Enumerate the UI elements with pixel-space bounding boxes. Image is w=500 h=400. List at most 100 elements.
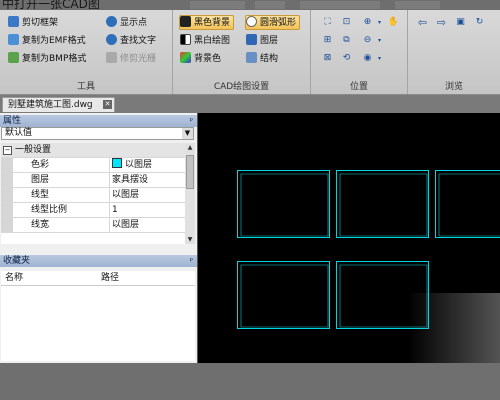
group-label-tools: 工具 — [76, 82, 95, 92]
left-panel: 属性 ᵖ 默认值 ▼ − 一般设置 色彩 以图层 图层 家具摆设 线型 以图层 … — [0, 113, 198, 363]
pan-hand-icon[interactable]: ✋ — [387, 16, 400, 29]
copy-bmp-icon — [8, 52, 19, 63]
cut-frame-button[interactable]: 剪切框架 — [8, 16, 61, 31]
property-value[interactable]: 以图层 — [109, 158, 185, 172]
drawing-sheet[interactable] — [336, 170, 429, 238]
structure-button[interactable]: 结构 — [246, 52, 281, 67]
property-value[interactable]: 以图层 — [109, 218, 185, 232]
zoom-in-dropdown-icon[interactable]: ▾ — [373, 16, 386, 29]
zoom-extents-icon[interactable]: ⊡ — [340, 16, 353, 29]
group-label-cad-settings: CAD绘图设置 — [213, 82, 270, 92]
scroll-down-icon[interactable]: ▼ — [185, 235, 195, 244]
property-key: 线型比例 — [31, 205, 68, 215]
copy-bmp-button[interactable]: 复制为BMP格式 — [8, 52, 89, 67]
property-value[interactable]: 以图层 — [109, 188, 185, 202]
property-key: 图层 — [31, 175, 50, 185]
smooth-arc-button[interactable]: 圆滑弧形 — [245, 15, 301, 30]
favorites-header-row: 名称 路径 — [1, 271, 195, 286]
property-key: 线宽 — [31, 220, 50, 230]
properties-panel-title: 属性 — [3, 116, 22, 126]
drawing-sheet[interactable] — [237, 170, 330, 238]
quick-access-toolbar-3 — [300, 1, 380, 9]
background-color-button[interactable]: 背景色 — [180, 52, 224, 67]
quick-access-toolbar — [190, 1, 245, 9]
fit-icon[interactable]: ⊞ — [321, 34, 334, 47]
building-elevation-drawing — [240, 264, 329, 328]
ribbon: 剪切框架 复制为EMF格式 复制为BMP格式 显示点 查找文字 修剪光栅 工具 … — [0, 10, 500, 95]
title-text: 中打开一张CAD图 — [2, 0, 100, 10]
previous-view-icon[interactable]: ⊠ — [321, 52, 334, 65]
black-white-icon — [180, 34, 191, 45]
find-text-button[interactable]: 查找文字 — [106, 34, 159, 49]
column-header-name[interactable]: 名称 — [5, 271, 23, 285]
scissors-frame-icon — [8, 16, 19, 27]
collapse-icon[interactable]: − — [3, 146, 12, 155]
ribbon-group-cad-settings: 黑色背景 黑白绘图 背景色 圆滑弧形 图层 结构 CAD绘图设置 — [173, 10, 311, 94]
property-value[interactable]: 1 — [109, 203, 185, 217]
property-scrollbar[interactable]: ▲ ▼ — [185, 143, 195, 244]
black-background-button[interactable]: 黑色背景 — [179, 15, 235, 30]
property-key: 线型 — [31, 190, 50, 200]
scroll-thumb[interactable] — [186, 155, 194, 189]
favorites-panel-header: 收藏夹 ᵖ — [0, 255, 197, 267]
background-color-icon — [180, 52, 191, 63]
zoom-window-icon[interactable]: ⛶ — [321, 16, 334, 29]
view-options-dropdown-icon[interactable]: ▾ — [373, 52, 386, 65]
zoom-center-icon[interactable]: ⧉ — [340, 34, 353, 47]
ribbon-group-position: ⛶ ⊡ ⊕ ▾ ✋ ⊞ ⧉ ⊖ ▾ ⊠ ⟲ ◉ ▾ 位置 — [311, 10, 408, 94]
rotate-icon[interactable]: ⟲ — [340, 52, 353, 65]
trim-raster-button[interactable]: 修剪光栅 — [106, 52, 159, 67]
layers-button[interactable]: 图层 — [246, 34, 281, 49]
property-grid: − 一般设置 色彩 以图层 图层 家具摆设 线型 以图层 线型比例 1 线宽 以… — [1, 143, 185, 244]
property-row-linetype-scale[interactable]: 线型比例 1 — [1, 203, 185, 218]
close-tab-icon[interactable]: ✕ — [103, 100, 112, 109]
favorites-panel-title: 收藏夹 — [3, 256, 31, 266]
property-value[interactable]: 家具摆设 — [109, 173, 185, 187]
drawing-sheet[interactable] — [435, 170, 500, 238]
drawing-canvas[interactable] — [198, 113, 500, 363]
property-row-layer[interactable]: 图层 家具摆设 — [1, 173, 185, 188]
property-key: 色彩 — [31, 160, 50, 170]
copy-emf-icon — [8, 34, 19, 45]
group-label-position: 位置 — [349, 82, 368, 92]
ribbon-group-browse: ⇦ ⇨ ▣ ↻ 浏览 — [408, 10, 500, 94]
pin-icon[interactable]: ᵖ — [190, 115, 193, 127]
chevron-down-icon[interactable]: ▼ — [182, 128, 193, 139]
document-tab-bar: 别墅建筑施工图.dwg ✕ — [0, 95, 500, 113]
document-tab-label: 别墅建筑施工图.dwg — [8, 100, 93, 110]
arrow-right-icon[interactable]: ⇨ — [435, 16, 448, 29]
arrow-left-icon[interactable]: ⇦ — [416, 16, 429, 29]
pin-icon[interactable]: ᵖ — [190, 255, 193, 267]
show-points-button[interactable]: 显示点 — [106, 16, 150, 31]
trim-raster-icon — [106, 52, 117, 63]
find-text-icon — [106, 34, 117, 45]
document-tab[interactable]: 别墅建筑施工图.dwg ✕ — [2, 97, 115, 112]
properties-dropdown[interactable]: 默认值 ▼ — [1, 127, 194, 140]
window-bottom-area — [0, 363, 500, 400]
zoom-out-dropdown-icon[interactable]: ▾ — [373, 34, 386, 47]
category-label: 一般设置 — [15, 145, 52, 155]
building-elevation-drawing — [339, 173, 428, 237]
scroll-up-icon[interactable]: ▲ — [185, 143, 195, 152]
black-background-icon — [180, 16, 191, 27]
properties-dropdown-value: 默认值 — [5, 128, 33, 138]
ribbon-group-tools: 剪切框架 复制为EMF格式 复制为BMP格式 显示点 查找文字 修剪光栅 工具 — [0, 10, 173, 94]
building-elevation-drawing — [240, 173, 329, 237]
group-label-browse: 浏览 — [444, 82, 463, 92]
structure-icon — [246, 52, 257, 63]
property-row-lineweight[interactable]: 线宽 以图层 — [1, 218, 185, 233]
refresh-icon[interactable]: ↻ — [473, 16, 486, 29]
color-swatch — [112, 158, 122, 168]
black-white-button[interactable]: 黑白绘图 — [180, 34, 233, 49]
property-row-linetype[interactable]: 线型 以图层 — [1, 188, 185, 203]
open-folder-icon[interactable]: ▣ — [454, 16, 467, 29]
property-row-color[interactable]: 色彩 以图层 — [1, 158, 185, 173]
quick-access-toolbar-2 — [255, 1, 285, 9]
favorites-table: 名称 路径 — [1, 271, 195, 361]
copy-emf-button[interactable]: 复制为EMF格式 — [8, 34, 89, 49]
smooth-arc-icon — [246, 16, 257, 27]
category-row[interactable]: − 一般设置 — [1, 143, 185, 158]
building-elevation-drawing — [438, 173, 500, 237]
drawing-sheet[interactable] — [237, 261, 330, 329]
column-header-path[interactable]: 路径 — [101, 271, 119, 285]
